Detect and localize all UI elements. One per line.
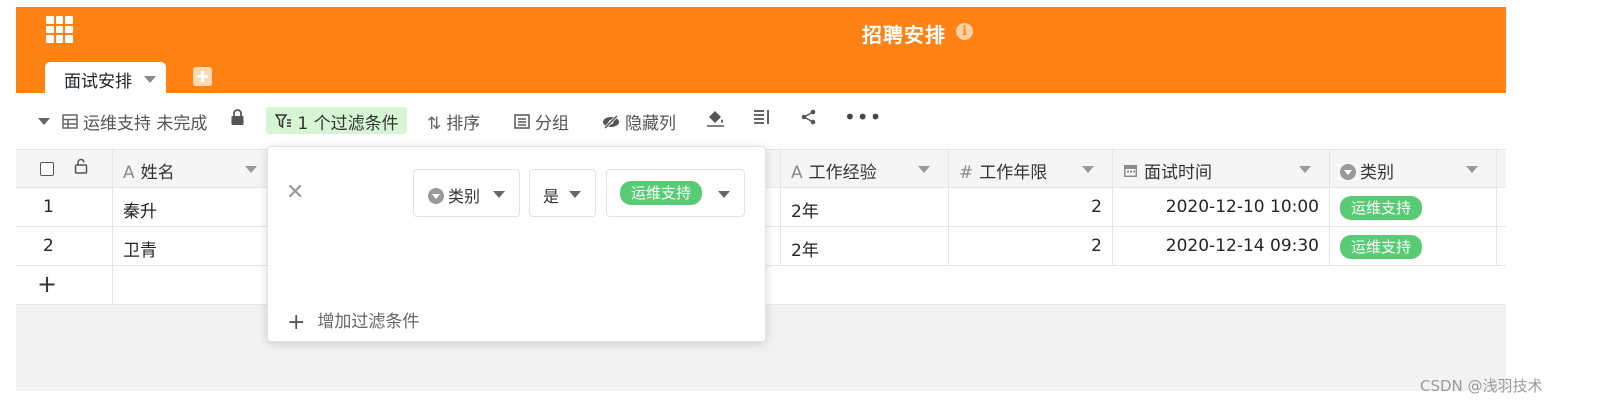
single-select-icon [1340, 164, 1356, 180]
filter-label: 1 个过滤条件 [297, 114, 399, 134]
chevron-down-icon[interactable] [245, 166, 257, 173]
table-icon [62, 114, 78, 134]
column-label: 姓名 [140, 163, 175, 183]
chevron-down-icon[interactable] [1466, 166, 1478, 173]
chevron-down-icon [493, 191, 505, 198]
text-field-icon: A [791, 163, 803, 183]
close-icon[interactable]: ✕ [286, 180, 304, 205]
lock-icon[interactable] [74, 158, 88, 178]
filter-operator-select[interactable]: 是 [529, 169, 596, 217]
page-title: 招聘安排 [862, 23, 946, 47]
filter-field-select[interactable]: 类别 [413, 169, 520, 217]
years-cell[interactable]: 2 [949, 227, 1113, 265]
view-toolbar: 运维支持 未完成 1 个过滤条件 ⇅ 排序 分组 隐藏列 ••• [16, 93, 1506, 149]
row-index: 1 [16, 188, 113, 226]
sort-label: 排序 [446, 114, 481, 134]
column-label: 类别 [1360, 163, 1394, 183]
experience-cell[interactable]: 2年 [781, 227, 949, 265]
years-cell[interactable]: 2 [949, 188, 1113, 226]
number-field-icon: # [959, 163, 974, 183]
tab-label: 面试安排 [64, 72, 132, 92]
column-label: 工作经验 [808, 163, 877, 183]
row-height-icon[interactable] [753, 109, 771, 130]
filter-operator-label: 是 [543, 187, 560, 206]
sort-icon: ⇅ [427, 114, 442, 134]
column-header-experience[interactable]: A 工作经验 [781, 150, 949, 187]
chevron-down-icon[interactable] [1299, 166, 1311, 173]
experience-cell[interactable]: 2年 [781, 188, 949, 226]
apps-grid-icon[interactable] [46, 16, 73, 43]
view-selector[interactable]: 运维支持 未完成 [62, 109, 207, 134]
select-all-cell [16, 150, 113, 187]
chevron-down-icon[interactable] [144, 76, 156, 83]
group-button[interactable]: 分组 [514, 109, 569, 134]
app-window: 招聘安排 i 面试安排 运维支持 未完成 1 个过滤条件 ⇅ 排序 分组 隐藏列… [16, 7, 1506, 391]
category-cell[interactable]: 运维支持 [1330, 227, 1497, 265]
text-field-icon: A [123, 163, 135, 183]
category-tag: 运维支持 [1340, 235, 1423, 259]
single-select-icon [428, 188, 444, 204]
share-icon[interactable] [800, 109, 817, 130]
watermark: CSDN @浅羽技术 [1420, 377, 1543, 395]
info-icon[interactable]: i [956, 23, 973, 40]
add-filter-button[interactable]: + 增加过滤条件 [287, 307, 419, 335]
column-label: 工作年限 [979, 163, 1048, 183]
view-name: 运维支持 未完成 [83, 114, 208, 134]
select-all-checkbox[interactable] [40, 162, 54, 176]
filter-button[interactable]: 1 个过滤条件 [266, 107, 407, 134]
paint-bucket-icon[interactable] [706, 109, 725, 132]
interview-time-cell[interactable]: 2020-12-14 09:30 [1113, 227, 1330, 265]
calendar-icon [1123, 163, 1138, 183]
filter-value-tag: 运维支持 [620, 181, 703, 205]
filter-popover: ✕ 类别 是 运维支持 + 增加过滤条件 [267, 146, 766, 342]
group-icon [514, 114, 530, 134]
filter-icon [274, 114, 297, 134]
chevron-down-icon [569, 191, 581, 198]
app-header: 招聘安排 i 面试安排 [16, 7, 1506, 93]
chevron-down-icon[interactable] [918, 166, 930, 173]
add-row-cell: + [16, 266, 113, 304]
chevron-down-icon [718, 191, 730, 198]
lock-icon[interactable] [230, 109, 245, 131]
plus-icon: + [287, 310, 306, 335]
hide-columns-button[interactable]: 隐藏列 [602, 109, 676, 134]
interview-time-cell[interactable]: 2020-12-10 10:00 [1113, 188, 1330, 226]
category-cell[interactable]: 运维支持 [1330, 188, 1497, 226]
column-header-interview-time[interactable]: 面试时间 [1113, 150, 1330, 187]
add-tab-button[interactable] [193, 67, 212, 86]
row-index: 2 [16, 227, 113, 265]
hide-columns-label: 隐藏列 [625, 114, 676, 134]
column-header-category[interactable]: 类别 [1330, 150, 1497, 187]
filter-field-label: 类别 [448, 187, 481, 206]
column-label: 面试时间 [1144, 163, 1212, 183]
sort-button[interactable]: ⇅ 排序 [427, 109, 480, 134]
filter-value-select[interactable]: 运维支持 [606, 169, 745, 217]
category-tag: 运维支持 [1340, 196, 1423, 220]
more-icon[interactable]: ••• [844, 105, 882, 129]
group-label: 分组 [535, 114, 569, 134]
eye-slash-icon [602, 114, 620, 134]
chevron-down-icon[interactable] [38, 118, 50, 125]
add-filter-label: 增加过滤条件 [317, 312, 420, 332]
column-header-years[interactable]: # 工作年限 [949, 150, 1113, 187]
tab-interview[interactable]: 面试安排 [45, 62, 166, 93]
chevron-down-icon[interactable] [1082, 166, 1094, 173]
add-row-button[interactable]: + [37, 270, 57, 298]
